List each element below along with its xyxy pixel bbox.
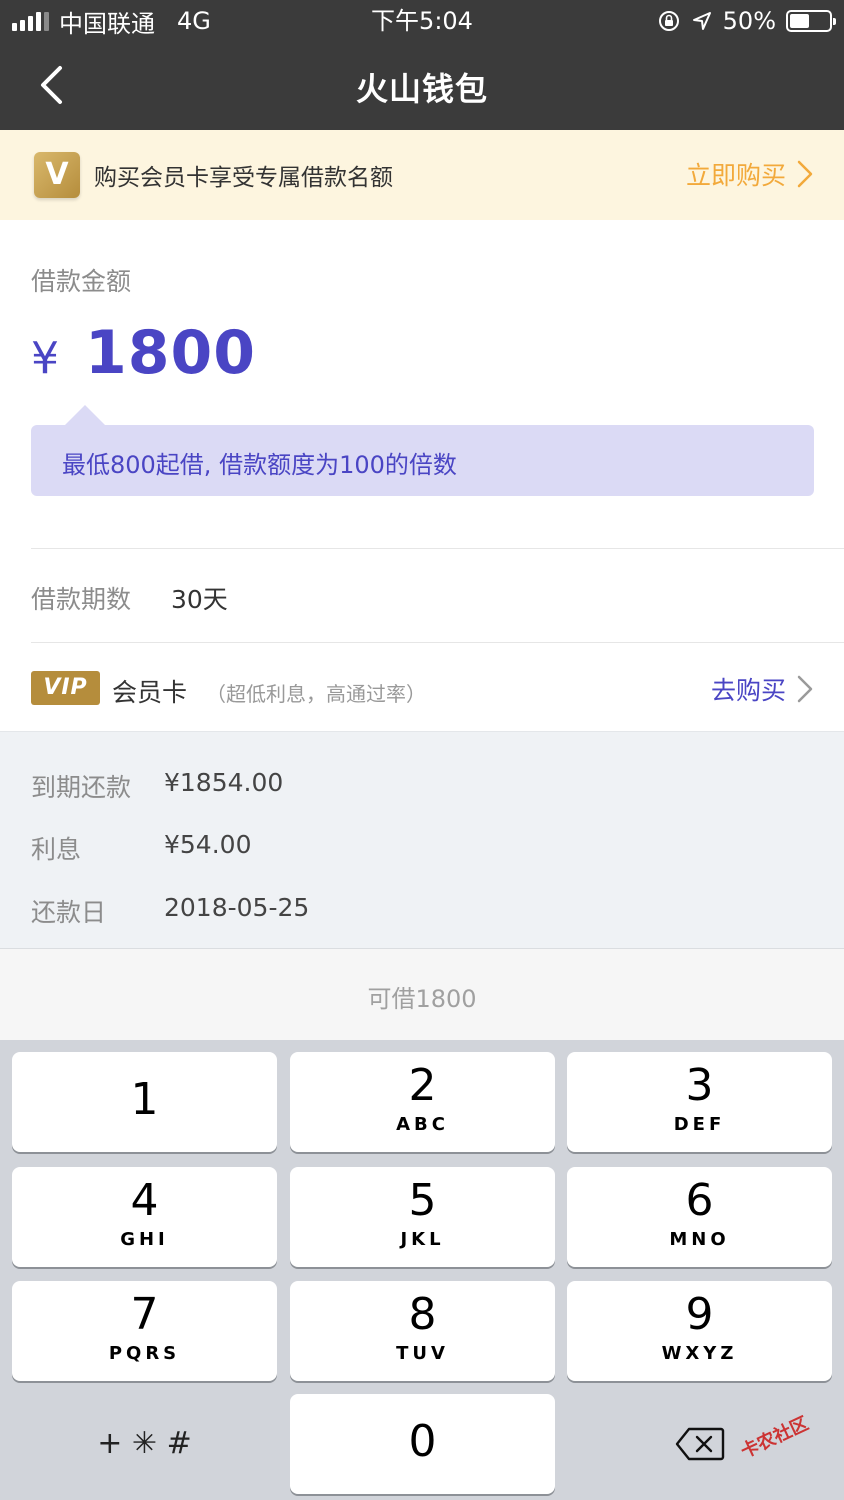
key-letters: DEF bbox=[673, 1114, 726, 1135]
key-letters: GHI bbox=[120, 1229, 169, 1250]
amount-tip: 最低800起借, 借款额度为100的倍数 bbox=[31, 405, 814, 496]
battery-icon bbox=[786, 10, 836, 32]
divider bbox=[31, 548, 844, 549]
available-bar: 可借1800 bbox=[0, 949, 844, 1040]
key-1[interactable]: 1 bbox=[12, 1052, 277, 1152]
summary-value: 2018-05-25 bbox=[164, 893, 310, 922]
battery-fill bbox=[790, 14, 809, 28]
numeric-keypad: 1 2 ABC 3 DEF 4 GHI 5 JKL 6 MNO 7 PQRS 8… bbox=[0, 1040, 844, 1500]
key-4[interactable]: 4 GHI bbox=[12, 1167, 277, 1267]
page-title: 火山钱包 bbox=[355, 70, 488, 108]
v-badge-icon: V bbox=[34, 152, 80, 198]
summary-value: ¥54.00 bbox=[164, 830, 252, 859]
buy-now-label: 立即购买 bbox=[685, 161, 786, 190]
key-letters: WXYZ bbox=[661, 1343, 738, 1364]
key-2[interactable]: 2 ABC bbox=[290, 1052, 555, 1152]
key-digit: 8 bbox=[408, 1289, 437, 1340]
key-letters: JKL bbox=[400, 1229, 445, 1250]
amount-value: 1800 bbox=[85, 318, 256, 388]
vip-card-note: （超低利息，高通过率） bbox=[206, 682, 426, 706]
symbols-label: + ✳ # bbox=[97, 1426, 192, 1461]
status-right: 50% bbox=[657, 6, 836, 36]
key-8[interactable]: 8 TUV bbox=[290, 1281, 555, 1381]
amount-label: 借款金额 bbox=[31, 267, 132, 296]
key-digit: 4 bbox=[130, 1175, 159, 1226]
status-bar: 中国联通 4G 下午5:04 50% bbox=[0, 0, 844, 42]
key-9[interactable]: 9 WXYZ bbox=[567, 1281, 832, 1381]
delete-key[interactable] bbox=[567, 1394, 832, 1494]
amount-input[interactable]: ¥ 1800 bbox=[31, 318, 256, 388]
amount-tip-text: 最低800起借, 借款额度为100的倍数 bbox=[62, 451, 457, 479]
key-letters: ABC bbox=[396, 1114, 449, 1135]
chevron-right-icon bbox=[797, 675, 813, 703]
buy-now-link[interactable]: 立即购买 bbox=[686, 156, 814, 192]
key-symbols[interactable]: + ✳ # bbox=[12, 1394, 277, 1494]
key-6[interactable]: 6 MNO bbox=[567, 1167, 832, 1267]
go-buy-label: 去购买 bbox=[710, 676, 786, 705]
key-digit: 5 bbox=[408, 1175, 437, 1226]
key-digit: 1 bbox=[130, 1074, 159, 1125]
rotation-lock-icon bbox=[658, 11, 679, 31]
key-digit: 9 bbox=[685, 1289, 714, 1340]
vip-card-row[interactable]: VIP 会员卡 （超低利息，高通过率） 去购买 bbox=[0, 643, 844, 731]
backspace-icon bbox=[675, 1427, 724, 1461]
summary-key: 利息 bbox=[31, 835, 82, 864]
summary-key: 还款日 bbox=[31, 898, 107, 927]
summary-key: 到期还款 bbox=[31, 773, 132, 802]
battery-percent: 50% bbox=[722, 7, 776, 35]
key-0[interactable]: 0 bbox=[290, 1394, 555, 1494]
key-digit: 6 bbox=[685, 1175, 714, 1226]
location-icon bbox=[692, 12, 711, 30]
promo-banner: V 购买会员卡享受专属借款名额 立即购买 bbox=[0, 130, 844, 220]
key-digit: 0 bbox=[408, 1416, 437, 1467]
key-letters: TUV bbox=[396, 1343, 449, 1364]
key-3[interactable]: 3 DEF bbox=[567, 1052, 832, 1152]
key-letters: MNO bbox=[669, 1229, 730, 1250]
key-7[interactable]: 7 PQRS bbox=[12, 1281, 277, 1381]
promo-text: 购买会员卡享受专属借款名额 bbox=[94, 165, 393, 191]
term-value: 30天 bbox=[171, 585, 228, 614]
nav-bar: 火山钱包 bbox=[0, 42, 844, 130]
currency-symbol: ¥ bbox=[31, 333, 59, 384]
go-buy-link[interactable]: 去购买 bbox=[711, 671, 814, 707]
vip-badge-icon: VIP bbox=[31, 671, 100, 705]
key-letters: PQRS bbox=[108, 1343, 181, 1364]
available-text: 可借1800 bbox=[367, 985, 477, 1013]
key-digit: 3 bbox=[685, 1060, 714, 1111]
summary-value: ¥1854.00 bbox=[164, 768, 284, 797]
repayment-summary: 到期还款 ¥1854.00 利息 ¥54.00 还款日 2018-05-25 bbox=[0, 731, 844, 949]
term-label: 借款期数 bbox=[31, 585, 132, 614]
chevron-right-icon bbox=[797, 160, 813, 188]
key-digit: 7 bbox=[130, 1289, 159, 1340]
key-5[interactable]: 5 JKL bbox=[290, 1167, 555, 1267]
key-digit: 2 bbox=[408, 1060, 437, 1111]
vip-card-name: 会员卡 bbox=[112, 678, 188, 707]
